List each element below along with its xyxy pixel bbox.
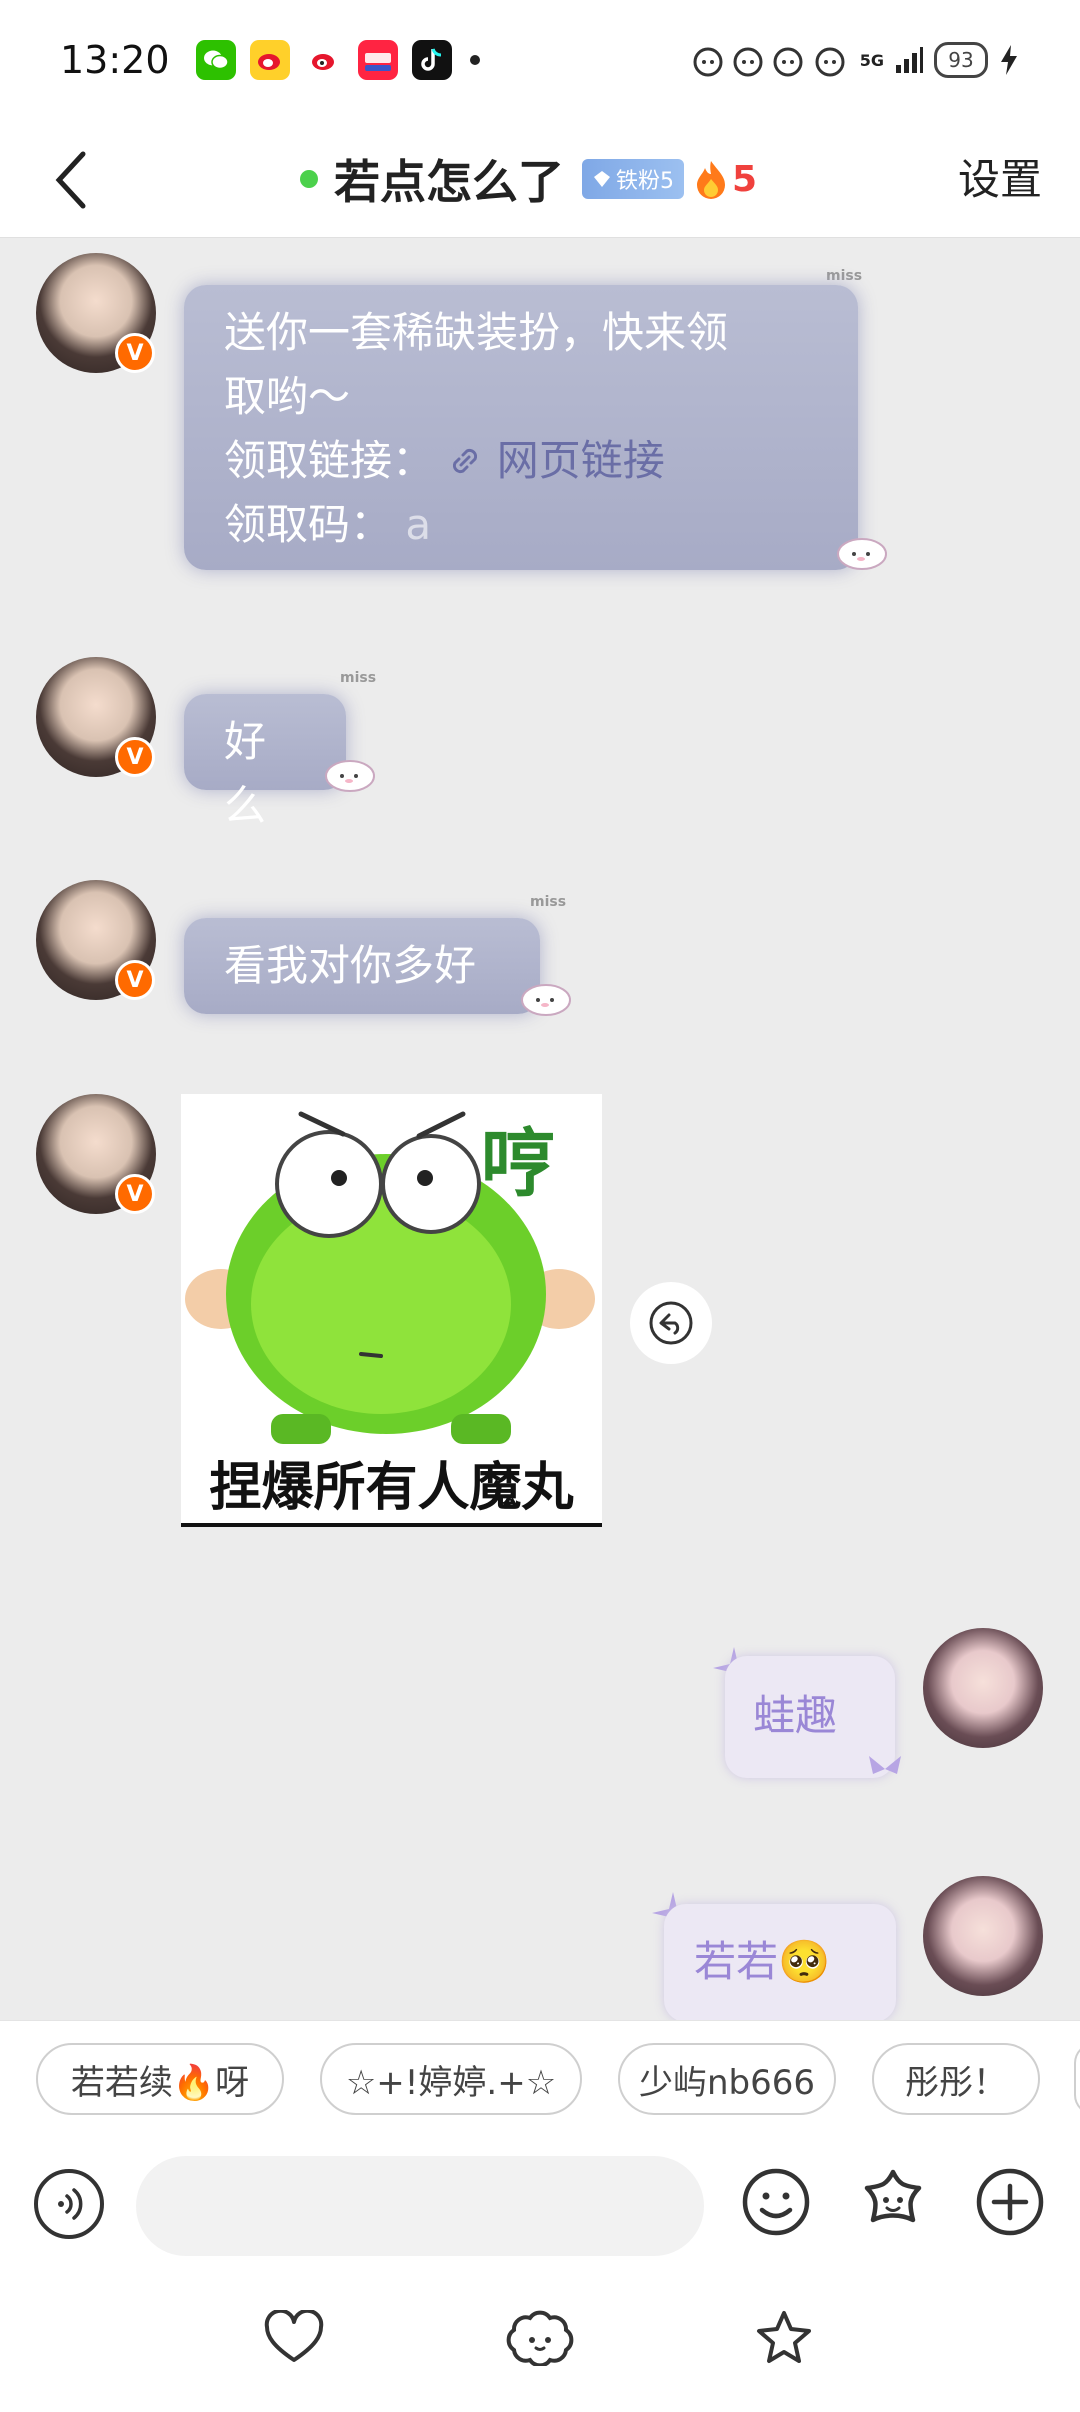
message-text: 蛙趣 [753, 1691, 838, 1740]
message-text: 好么 [224, 717, 267, 830]
message-bubble-gift[interactable]: 送你一套稀缺装扮，快来领 取哟～ 领取链接： 网页链接 领取码： a [184, 285, 858, 570]
sheep-sticker-icon [521, 984, 571, 1016]
emoji-button[interactable] [738, 2164, 814, 2240]
bubble-deco-miss: miss [340, 670, 377, 686]
xiaohongshu-icon [357, 40, 398, 80]
battery-level: 93 [934, 42, 988, 78]
more-notifications-dot [469, 55, 480, 65]
chat-title-area[interactable]: 若点怎么了 铁粉5 5 [300, 142, 757, 216]
message-text: 若若 [694, 1937, 779, 1986]
heart-button[interactable] [256, 2306, 332, 2370]
forward-button[interactable] [630, 1282, 712, 1364]
my-avatar[interactable] [923, 1628, 1043, 1748]
status-bar: 13:20 5G 93 [0, 0, 1080, 120]
add-button[interactable] [972, 2164, 1048, 2240]
fan-level-label: 铁粉5 [616, 169, 674, 194]
message-gift-line1: 送你一套稀缺装扮，快来领 [224, 308, 729, 357]
reply-arrow-icon [649, 1301, 693, 1345]
sticker-caption: 捏爆所有人魔丸 [181, 1453, 602, 1527]
star-icon [757, 2311, 811, 2363]
message-gift-code-value: a [405, 500, 432, 549]
flower-star-icon [864, 2169, 922, 2223]
status-indicators: 5G 93 [690, 40, 1020, 80]
chat-title: 若点怎么了 [334, 155, 564, 209]
quick-reply-chip[interactable]: ☆+!婷婷.+☆ [320, 2043, 582, 2115]
my-avatar[interactable] [923, 1876, 1043, 1996]
online-status-dot [300, 170, 318, 188]
chevron-left-icon [55, 151, 86, 209]
quick-reply-chip-partial[interactable] [1074, 2043, 1080, 2115]
chat-header: 若点怎么了 铁粉5 5 设置 [0, 120, 1080, 238]
voice-wave-icon [58, 2188, 83, 2220]
settings-button[interactable]: 设置 [958, 146, 1042, 207]
plus-circle-icon [976, 2168, 1044, 2236]
sheep-sticker-icon [325, 760, 375, 792]
sticker-button[interactable] [855, 2164, 931, 2240]
bubble-deco-miss: miss [530, 894, 567, 910]
message-gift-code-row: 领取码： a [224, 493, 818, 557]
status-app-icons [195, 40, 480, 80]
message-gift-code-label: 领取码： [224, 500, 393, 549]
sheep-sticker-icon [837, 538, 887, 570]
frog-sticker-image[interactable]: 哼 捏爆所有人魔丸 [181, 1094, 602, 1527]
quick-reply-bar: 若若续🔥呀 ☆+!婷婷.+☆ 少屿nb666 彤彤！ [0, 2020, 1080, 2138]
input-bar [0, 2138, 1080, 2268]
bottom-action-bar [0, 2268, 1080, 2412]
streak-count: 5 [732, 158, 758, 200]
message-bubble[interactable]: 看我对你多好 [184, 918, 540, 1014]
quick-reply-chip[interactable]: 少屿nb666 [618, 2043, 836, 2115]
pet-button[interactable] [500, 2306, 580, 2370]
pleading-emoji: 🥺 [778, 1937, 831, 1986]
verified-v-badge: V [115, 1174, 155, 1214]
status-time: 13:20 [60, 38, 170, 82]
weibo-alt-icon [303, 40, 344, 80]
wechat-icon [195, 40, 236, 80]
signal-icon [896, 47, 923, 73]
star-button[interactable] [746, 2306, 822, 2370]
heart-icon [264, 2310, 324, 2362]
chat-screen: 13:20 5G 93 若点怎么了 铁粉5 5 设置 V miss 送你一套稀缺… [0, 0, 1080, 2412]
message-bubble-outgoing[interactable]: 若若🥺 [664, 1904, 896, 2022]
quick-reply-chip[interactable]: 彤彤！ [872, 2043, 1040, 2115]
voice-button[interactable] [34, 2169, 104, 2239]
message-gift-line2: 取哟～ [224, 372, 351, 421]
bubble-deco-miss: miss [826, 268, 863, 284]
message-gift-link-label: 领取链接： [224, 436, 435, 485]
diamond-icon [594, 171, 610, 187]
douyin-icon [411, 40, 452, 80]
message-input[interactable] [136, 2156, 704, 2256]
streak-badge: 5 [694, 159, 757, 200]
message-text: 看我对你多好 [224, 941, 477, 990]
charging-icon [1001, 45, 1017, 75]
message-gift-link-row: 领取链接： 网页链接 [224, 429, 818, 493]
verified-v-badge: V [115, 333, 155, 373]
web-link[interactable]: 网页链接 [497, 436, 665, 485]
weibo-icon [249, 40, 290, 80]
smiley-icon [742, 2168, 810, 2236]
sticker-hum-text: 哼 [481, 1121, 555, 1207]
status-pets-icon [693, 47, 845, 77]
link-icon [453, 448, 478, 474]
fan-level-badge: 铁粉5 [582, 159, 684, 199]
back-button[interactable] [36, 140, 106, 220]
fire-icon [697, 161, 725, 199]
butterfly-deco-icon [869, 1756, 901, 1774]
verified-v-badge: V [115, 960, 155, 1000]
quick-reply-chip[interactable]: 若若续🔥呀 [36, 2043, 284, 2115]
network-type: 5G [859, 50, 884, 70]
sheep-face-icon [506, 2310, 574, 2366]
verified-v-badge: V [115, 737, 155, 777]
